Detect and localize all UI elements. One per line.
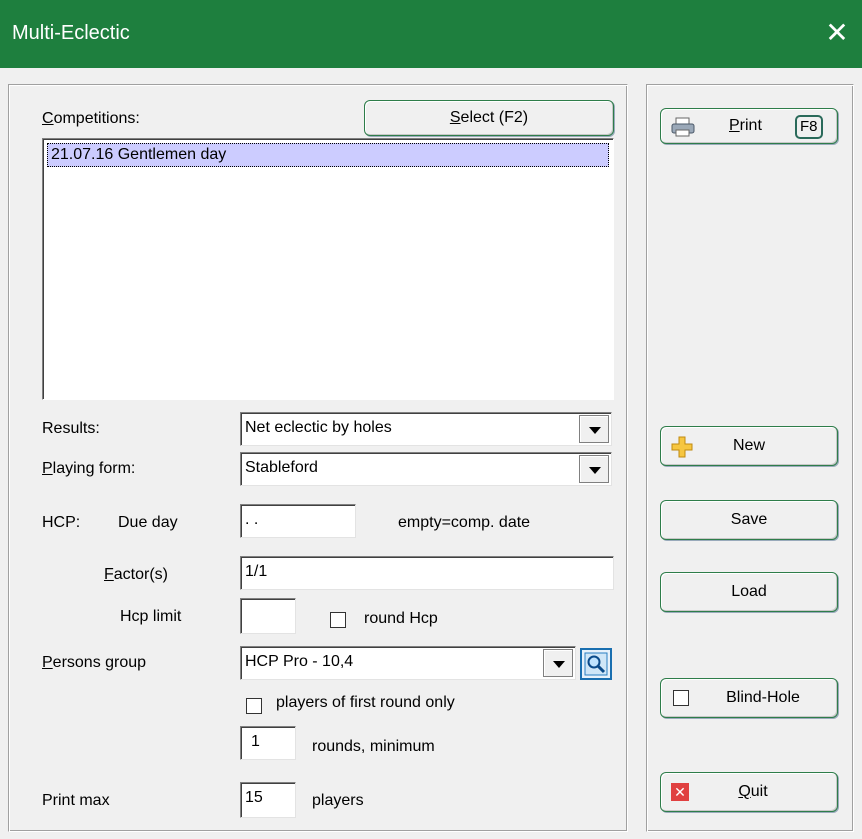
new-button[interactable]: New <box>660 426 838 466</box>
competitions-list[interactable]: 21.07.16 Gentlemen day <box>42 138 614 400</box>
chevron-down-icon[interactable] <box>579 415 609 443</box>
title-bar: Multi-Eclectic ✕ <box>0 0 862 68</box>
results-dropdown[interactable]: Net eclectic by holes <box>240 412 612 446</box>
print-max-input[interactable]: 15 <box>240 782 296 818</box>
factor-label: Factor(s) <box>104 566 169 583</box>
results-value: Net eclectic by holes <box>245 419 392 436</box>
close-icon: ✕ <box>671 783 689 801</box>
plus-icon <box>671 435 693 458</box>
competitions-label: Competitions: <box>42 110 140 127</box>
close-icon[interactable]: ✕ <box>822 18 852 48</box>
blind-hole-button[interactable]: Blind-Hole <box>660 678 838 718</box>
print-max-label: Print max <box>42 792 110 809</box>
hcp-limit-label: Hcp limit <box>120 608 182 625</box>
print-shortcut-key: F8 <box>795 115 823 139</box>
chevron-down-icon[interactable] <box>543 649 573 677</box>
window-title: Multi-Eclectic <box>12 22 130 44</box>
playing-form-dropdown[interactable]: Stableford <box>240 452 612 486</box>
due-day-hint: empty=comp. date <box>398 514 531 531</box>
rounds-minimum-label: rounds, minimum <box>312 738 435 755</box>
chevron-down-icon[interactable] <box>579 455 609 483</box>
save-button[interactable]: Save <box>660 500 838 540</box>
playing-form-label: Playing form: <box>42 460 136 477</box>
persons-group-dropdown[interactable]: HCP Pro - 10,4 <box>240 646 576 680</box>
factor-input[interactable]: 1/1 <box>240 556 614 590</box>
select-competitions-button[interactable]: Select (F2) <box>364 100 614 136</box>
first-round-only-checkbox[interactable] <box>246 698 262 714</box>
results-label: Results: <box>42 420 100 437</box>
printer-icon <box>671 116 695 137</box>
hcp-limit-input[interactable] <box>240 598 296 634</box>
persons-group-label: Persons group <box>42 654 147 671</box>
due-day-input[interactable]: . . <box>240 504 356 538</box>
competition-item-label: 21.07.16 Gentlemen day <box>51 146 227 163</box>
round-hcp-label: round Hcp <box>364 610 438 627</box>
round-hcp-checkbox[interactable] <box>330 612 346 628</box>
quit-button[interactable]: ✕ Quit <box>660 772 838 812</box>
list-item[interactable]: 21.07.16 Gentlemen day <box>47 143 609 167</box>
hcp-label: HCP: <box>42 514 81 531</box>
due-day-label: Due day <box>118 514 178 531</box>
print-max-suffix: players <box>312 792 364 809</box>
search-icon[interactable] <box>580 648 612 680</box>
print-button[interactable]: Print F8 <box>660 108 838 144</box>
blind-hole-checkbox[interactable] <box>673 690 689 706</box>
persons-group-value: HCP Pro - 10,4 <box>245 653 354 670</box>
load-button[interactable]: Load <box>660 572 838 612</box>
playing-form-value: Stableford <box>245 459 318 476</box>
first-round-only-label: players of first round only <box>276 694 455 711</box>
rounds-minimum-input[interactable]: 1 <box>240 726 296 760</box>
